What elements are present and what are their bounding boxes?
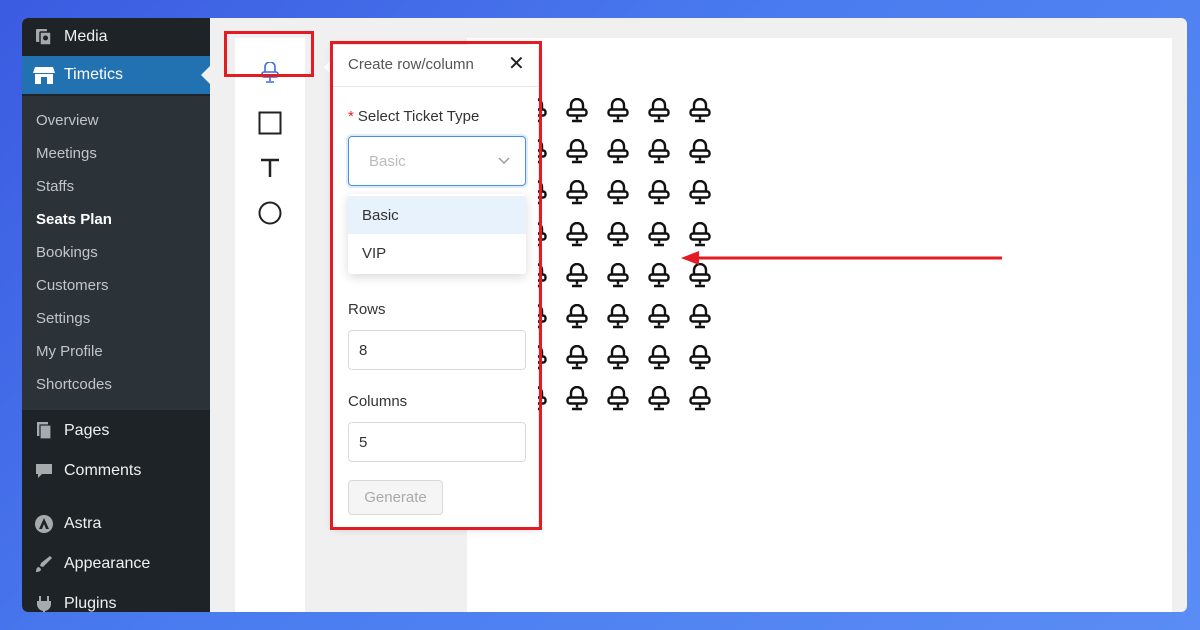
- menu-item-appearance-label: Appearance: [64, 555, 151, 572]
- seat-icon[interactable]: [687, 97, 713, 124]
- submenu-bookings[interactable]: Bookings: [36, 244, 98, 261]
- text-tool-icon: [259, 157, 281, 184]
- admin-sidebar: Media Timetics Overview Meetings Staffs …: [22, 18, 210, 612]
- media-icon: [32, 25, 56, 49]
- seat-icon[interactable]: [646, 221, 672, 248]
- seat-icon[interactable]: [687, 221, 713, 248]
- seat-icon[interactable]: [687, 180, 713, 206]
- astra-icon: [32, 512, 56, 536]
- circle-tool-icon: [258, 201, 282, 230]
- menu-item-timetics-label: Timetics: [64, 66, 123, 83]
- seat-icon[interactable]: [605, 139, 631, 165]
- annotation-arrow: [681, 251, 1002, 265]
- seat-tool-highlight: [224, 31, 314, 77]
- circle-tool[interactable]: [235, 195, 305, 235]
- seat-icon[interactable]: [605, 180, 631, 206]
- seat-icon[interactable]: [646, 180, 672, 206]
- menu-item-astra[interactable]: Astra: [22, 505, 210, 543]
- store-icon: [32, 63, 56, 87]
- seat-icon[interactable]: [605, 97, 631, 124]
- menu-item-comments[interactable]: Comments: [22, 452, 210, 490]
- seat-icon[interactable]: [564, 345, 590, 371]
- seat-icon[interactable]: [687, 139, 713, 165]
- seat-icon[interactable]: [687, 386, 713, 412]
- seat-icon[interactable]: [605, 345, 631, 371]
- rectangle-tool[interactable]: [235, 105, 305, 145]
- submenu-my-profile[interactable]: My Profile: [36, 343, 103, 360]
- submenu-settings[interactable]: Settings: [36, 310, 90, 327]
- seat-icon[interactable]: [605, 303, 631, 330]
- menu-item-comments-label: Comments: [64, 462, 142, 479]
- shape-toolbar: [235, 38, 305, 612]
- popup-highlight: [330, 41, 542, 530]
- appearance-icon: [32, 552, 56, 576]
- menu-item-pages[interactable]: Pages: [22, 412, 210, 450]
- menu-item-plugins[interactable]: Plugins: [22, 585, 210, 612]
- active-indicator: [201, 66, 210, 84]
- seat-icon[interactable]: [646, 97, 672, 124]
- seat-canvas[interactable]: [467, 38, 1172, 612]
- submenu-seats-plan[interactable]: Seats Plan: [36, 211, 112, 228]
- seat-icon[interactable]: [646, 262, 672, 289]
- seat-icon[interactable]: [564, 262, 590, 289]
- seat-icon[interactable]: [564, 180, 590, 206]
- seat-icon[interactable]: [687, 303, 713, 330]
- submenu-shortcodes[interactable]: Shortcodes: [36, 376, 112, 393]
- submenu-staffs[interactable]: Staffs: [36, 178, 74, 195]
- rectangle-tool-icon: [258, 111, 282, 140]
- menu-item-pages-label: Pages: [64, 422, 110, 439]
- menu-item-media-label: Media: [64, 28, 108, 45]
- pages-icon: [32, 419, 56, 443]
- seat-icon[interactable]: [605, 262, 631, 289]
- menu-item-appearance[interactable]: Appearance: [22, 545, 210, 583]
- seat-icon[interactable]: [646, 345, 672, 371]
- seat-icon[interactable]: [564, 97, 590, 124]
- submenu-meetings[interactable]: Meetings: [36, 145, 97, 162]
- submenu-customers[interactable]: Customers: [36, 277, 109, 294]
- comments-icon: [32, 459, 56, 483]
- menu-item-timetics[interactable]: Timetics: [22, 56, 210, 94]
- submenu-overview[interactable]: Overview: [36, 112, 99, 129]
- seat-icon[interactable]: [605, 221, 631, 248]
- app-window: Media Timetics Overview Meetings Staffs …: [22, 18, 1187, 612]
- text-tool[interactable]: [235, 150, 305, 190]
- menu-item-media[interactable]: Media: [22, 18, 210, 56]
- menu-item-plugins-label: Plugins: [64, 595, 117, 612]
- seat-icon[interactable]: [646, 139, 672, 165]
- seat-icon[interactable]: [646, 303, 672, 330]
- seat-icon[interactable]: [605, 386, 631, 412]
- seat-icon[interactable]: [564, 139, 590, 165]
- seat-icon[interactable]: [564, 221, 590, 248]
- seat-icon[interactable]: [687, 345, 713, 371]
- menu-item-astra-label: Astra: [64, 515, 102, 532]
- timetics-submenu: Overview Meetings Staffs Seats Plan Book…: [22, 96, 210, 410]
- plugins-icon: [32, 592, 56, 612]
- seat-icon[interactable]: [564, 386, 590, 412]
- seat-icon[interactable]: [564, 303, 590, 330]
- seat-icon[interactable]: [646, 386, 672, 412]
